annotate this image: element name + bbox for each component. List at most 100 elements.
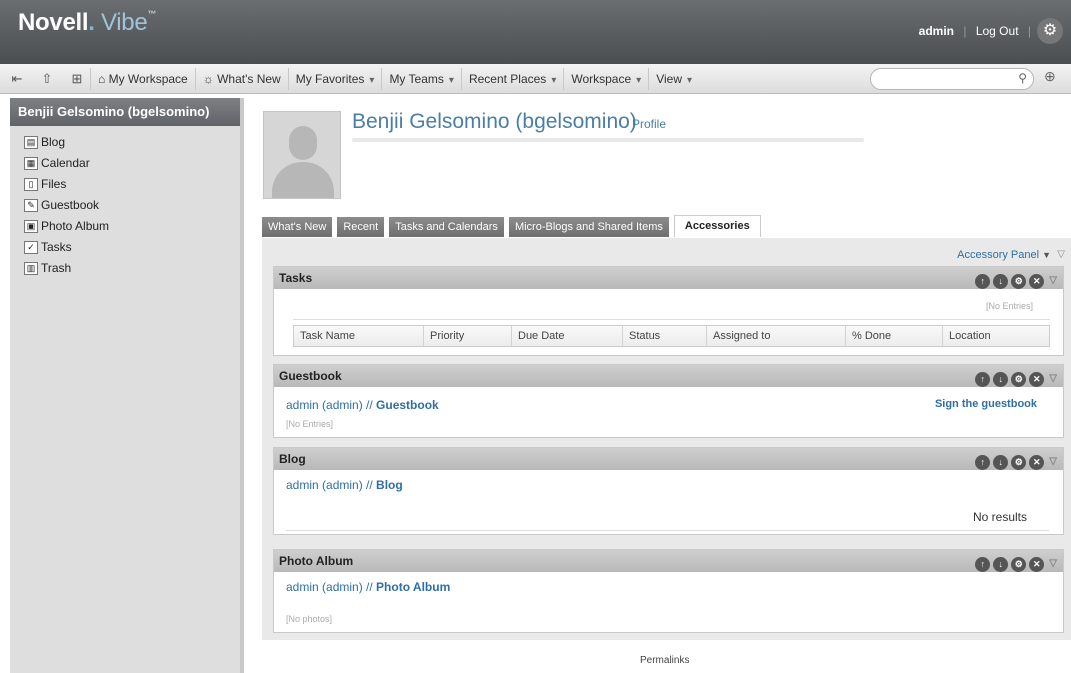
chevron-down-icon: ▾ (551, 74, 557, 86)
user-links: admin | Log Out | (919, 24, 1037, 38)
sidebar-item-files[interactable]: ▯ Files (24, 174, 240, 195)
separator: | (963, 24, 967, 38)
close-icon[interactable]: ✕ (1029, 371, 1045, 387)
sidebar-item-trash[interactable]: ▥ Trash (24, 258, 240, 279)
close-icon[interactable]: ✕ (1029, 273, 1045, 289)
column-header[interactable]: Task Name (294, 326, 424, 346)
upload-icon[interactable]: ⇧ (34, 68, 60, 90)
tab-tasks-and-calendars[interactable]: Tasks and Calendars (389, 217, 504, 237)
profile-link[interactable]: Profile (632, 117, 666, 131)
search-icon[interactable]: ⚲ (1018, 71, 1027, 85)
chevron-down-icon: ▾ (369, 74, 375, 86)
main-toolbar: ⇤ ⇧ ⊞ ⌂ My Workspace ☼ What's New My Fav… (0, 64, 1071, 94)
close-icon[interactable]: ✕ (1029, 556, 1045, 572)
settings-icon[interactable]: ⚙ (1011, 273, 1027, 289)
no-entries-text: [No Entries] (985, 301, 1033, 311)
logo-trademark: ™ (147, 9, 157, 19)
sidebar-item-calendar[interactable]: ▦ Calendar (24, 153, 240, 174)
collapse-icon[interactable]: ▽ (1057, 249, 1065, 260)
toolbar-recent-places[interactable]: Recent Places ▾ (460, 67, 563, 90)
tab-recent[interactable]: Recent (337, 217, 385, 237)
logout-link[interactable]: Log Out (976, 24, 1019, 38)
breadcrumb-photo-album-link[interactable]: Photo Album (376, 580, 450, 594)
column-header[interactable]: % Done (846, 326, 943, 346)
column-header[interactable]: Location (943, 326, 1049, 346)
breadcrumb-user-link[interactable]: admin (admin) // (286, 478, 376, 492)
toolbar-label: Recent Places (468, 71, 547, 86)
collapse-icon[interactable]: ▽ (1049, 553, 1057, 575)
back-icon[interactable]: ⇤ (4, 68, 30, 90)
move-up-icon[interactable]: ↑ (975, 371, 991, 387)
chevron-down-icon: ▾ (448, 74, 454, 86)
collapse-icon[interactable]: ▽ (1049, 368, 1057, 390)
settings-icon[interactable]: ⚙ (1011, 454, 1027, 470)
move-down-icon[interactable]: ↓ (993, 273, 1009, 289)
tasks-icon: ✓ (24, 241, 38, 254)
sidebar-item-tasks[interactable]: ✓ Tasks (24, 237, 240, 258)
tab-micro-blogs[interactable]: Micro-Blogs and Shared Items (508, 217, 669, 237)
sidebar-item-label: Photo Album (41, 219, 110, 233)
accessory-panel-label: Accessory Panel (957, 249, 1040, 261)
sidebar-item-label: Calendar (41, 156, 90, 170)
panel-controls: ↑ ↓ ⚙ ✕ ▽ (972, 368, 1057, 390)
novell-vibe-logo[interactable]: Novell. Vibe™ (18, 9, 156, 37)
settings-icon[interactable]: ⚙ (1011, 371, 1027, 387)
toolbar-my-workspace[interactable]: ⌂ My Workspace (90, 67, 195, 90)
breadcrumb-blog-link[interactable]: Blog (376, 478, 403, 492)
sign-guestbook-link[interactable]: Sign the guestbook (935, 398, 1037, 410)
toolbar-label: My Workspace (108, 71, 188, 86)
tab-whats-new[interactable]: What's New (262, 217, 333, 237)
toolbar-my-teams[interactable]: My Teams ▾ (381, 67, 461, 90)
toolbar-label: My Favorites (295, 71, 365, 86)
trash-icon: ▥ (24, 262, 38, 275)
sidebar-item-photo-album[interactable]: ▣ Photo Album (24, 216, 240, 237)
avatar[interactable] (263, 111, 341, 199)
toolbar-whats-new[interactable]: ☼ What's New (194, 67, 288, 90)
tab-bar: What's New Recent Tasks and Calendars Mi… (262, 215, 766, 237)
guestbook-icon: ✎ (24, 199, 38, 212)
task-table-header: Task Name Priority Due Date Status Assig… (293, 325, 1050, 347)
tree-icon[interactable]: ⊞ (64, 68, 90, 90)
column-header[interactable]: Priority (424, 326, 512, 346)
sidebar-item-blog[interactable]: ▤ Blog (24, 132, 240, 153)
sidebar-item-guestbook[interactable]: ✎ Guestbook (24, 195, 240, 216)
accessory-panel-menu[interactable]: Accessory Panel ▼ (957, 249, 1051, 261)
sidebar-title[interactable]: Benjii Gelsomino (bgelsomino) (10, 98, 240, 126)
toolbar-my-favorites[interactable]: My Favorites ▾ (287, 67, 382, 90)
add-icon[interactable]: ⊕ (1044, 68, 1056, 85)
photo-album-icon: ▣ (24, 220, 38, 233)
move-down-icon[interactable]: ↓ (993, 454, 1009, 470)
guestbook-breadcrumb: admin (admin) // Guestbook (286, 398, 439, 412)
blog-icon: ▤ (24, 136, 38, 149)
toolbar-view[interactable]: View ▾ (648, 67, 699, 90)
photo-album-panel: Photo Album ↑ ↓ ⚙ ✕ ▽ admin (admin) // P… (273, 549, 1064, 633)
panel-controls: ↑ ↓ ⚙ ✕ ▽ (972, 553, 1057, 575)
move-up-icon[interactable]: ↑ (975, 454, 991, 470)
separator: | (1027, 24, 1031, 38)
move-down-icon[interactable]: ↓ (993, 556, 1009, 572)
username-link[interactable]: admin (919, 24, 954, 38)
column-header[interactable]: Status (623, 326, 707, 346)
move-down-icon[interactable]: ↓ (993, 371, 1009, 387)
collapse-icon[interactable]: ▽ (1049, 270, 1057, 292)
column-header[interactable]: Assigned to (707, 326, 846, 346)
column-header[interactable]: Due Date (512, 326, 623, 346)
collapse-icon[interactable]: ▽ (1049, 451, 1057, 473)
breadcrumb-guestbook-link[interactable]: Guestbook (376, 398, 439, 412)
no-photos-text: [No photos] (286, 614, 333, 624)
chevron-down-icon: ▾ (636, 74, 642, 86)
move-up-icon[interactable]: ↑ (975, 273, 991, 289)
tab-accessories[interactable]: Accessories (673, 215, 761, 237)
gear-icon[interactable]: ⚙ (1037, 18, 1063, 44)
breadcrumb-user-link[interactable]: admin (admin) // (286, 580, 376, 594)
files-icon: ▯ (24, 178, 38, 191)
search-input[interactable]: ⚲ (870, 68, 1034, 90)
panel-header: Blog ↑ ↓ ⚙ ✕ ▽ (274, 448, 1063, 470)
breadcrumb-user-link[interactable]: admin (admin) // (286, 398, 376, 412)
toolbar-workspace[interactable]: Workspace ▾ (563, 67, 648, 90)
permalinks-link[interactable]: Permalinks (640, 655, 689, 666)
move-up-icon[interactable]: ↑ (975, 556, 991, 572)
settings-icon[interactable]: ⚙ (1011, 556, 1027, 572)
panel-title: Guestbook (279, 369, 342, 383)
close-icon[interactable]: ✕ (1029, 454, 1045, 470)
